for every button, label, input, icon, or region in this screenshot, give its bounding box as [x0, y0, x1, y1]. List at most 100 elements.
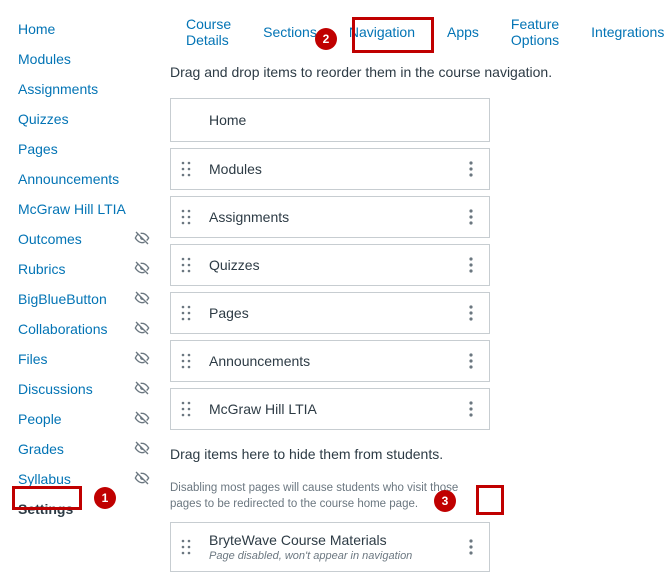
sidebar-item-label: People: [18, 411, 62, 427]
visible-nav-list: Home Modules Assignments Quizzes Pages Announ…: [170, 98, 490, 430]
sidebar-item-syllabus[interactable]: Syllabus: [18, 464, 170, 494]
nav-item-text: McGraw Hill LTIA: [209, 401, 465, 417]
nav-item[interactable]: Pages: [170, 292, 490, 334]
main-content: Course Details Sections Navigation Apps Feat…: [170, 0, 671, 577]
nav-item[interactable]: Home: [170, 98, 490, 142]
hidden-eye-icon: [134, 320, 150, 339]
hidden-sub-hint: Disabling most pages will cause students…: [170, 480, 490, 512]
nav-item-options-icon[interactable]: [465, 301, 479, 325]
nav-item-title: Quizzes: [209, 257, 465, 273]
nav-item-text: Modules: [209, 161, 465, 177]
nav-item-subtitle: Page disabled, won't appear in navigatio…: [209, 550, 465, 562]
drag-handle-icon[interactable]: [181, 401, 193, 417]
sidebar-item-label: McGraw Hill LTIA: [18, 201, 126, 217]
nav-item-title: BryteWave Course Materials: [209, 532, 465, 548]
hidden-eye-icon: [134, 440, 150, 459]
nav-item-text: Home: [209, 112, 479, 128]
sidebar-item-assignments[interactable]: Assignments: [18, 74, 170, 104]
settings-tabs: Course Details Sections Navigation Apps Feat…: [170, 14, 671, 50]
hidden-eye-icon: [134, 290, 150, 309]
tab-integrations[interactable]: Integrations: [575, 14, 671, 50]
drag-handle-icon[interactable]: [181, 161, 193, 177]
sidebar-item-label: Announcements: [18, 171, 119, 187]
drag-hint: Drag and drop items to reorder them in t…: [170, 64, 671, 80]
drag-handle-icon[interactable]: [181, 353, 193, 369]
tab-label: Sections: [263, 24, 317, 40]
sidebar-item-label: Settings: [18, 501, 73, 517]
nav-item-text: BryteWave Course Materials Page disabled,…: [209, 532, 465, 562]
tab-label: Integrations: [591, 24, 664, 40]
nav-item[interactable]: Announcements: [170, 340, 490, 382]
sidebar-item-announcements[interactable]: Announcements: [18, 164, 170, 194]
sidebar-item-label: Assignments: [18, 81, 98, 97]
nav-item-options-icon[interactable]: [465, 157, 479, 181]
sidebar-item-label: Modules: [18, 51, 71, 67]
tab-feature-options[interactable]: Feature Options: [495, 14, 575, 50]
sidebar-item-label: Syllabus: [18, 471, 71, 487]
hidden-eye-icon: [134, 470, 150, 489]
tab-label: Navigation: [349, 24, 415, 40]
sidebar-item-label: Quizzes: [18, 111, 69, 127]
sidebar-item-grades[interactable]: Grades: [18, 434, 170, 464]
sidebar-item-mcgraw-hill-ltia[interactable]: McGraw Hill LTIA: [18, 194, 170, 224]
nav-item-text: Quizzes: [209, 257, 465, 273]
sidebar-item-files[interactable]: Files: [18, 344, 170, 374]
tab-label: Apps: [447, 24, 479, 40]
nav-item-title: Home: [209, 112, 479, 128]
sidebar-item-collaborations[interactable]: Collaborations: [18, 314, 170, 344]
nav-item[interactable]: Modules: [170, 148, 490, 190]
nav-item[interactable]: McGraw Hill LTIA: [170, 388, 490, 430]
hidden-eye-icon: [134, 380, 150, 399]
sidebar-item-label: Rubrics: [18, 261, 65, 277]
nav-item-options-icon[interactable]: [465, 253, 479, 277]
tab-apps[interactable]: Apps: [431, 14, 495, 50]
nav-item[interactable]: Assignments: [170, 196, 490, 238]
sidebar-item-label: Collaborations: [18, 321, 108, 337]
drag-handle-icon[interactable]: [181, 209, 193, 225]
tab-sections[interactable]: Sections: [247, 14, 333, 50]
sidebar-item-people[interactable]: People: [18, 404, 170, 434]
hidden-eye-icon: [134, 350, 150, 369]
nav-item-title: Modules: [209, 161, 465, 177]
tab-course-details[interactable]: Course Details: [170, 14, 247, 50]
drag-handle-icon[interactable]: [181, 257, 193, 273]
sidebar-item-label: BigBlueButton: [18, 291, 107, 307]
hidden-eye-icon: [134, 230, 150, 249]
tab-label: Feature Options: [511, 16, 559, 48]
nav-item-title: Announcements: [209, 353, 465, 369]
nav-item-text: Pages: [209, 305, 465, 321]
nav-item-options-icon[interactable]: [465, 397, 479, 421]
tab-label: Course Details: [186, 16, 231, 48]
sidebar-item-bigbluebutton[interactable]: BigBlueButton: [18, 284, 170, 314]
tab-navigation[interactable]: Navigation: [333, 14, 431, 50]
sidebar-item-discussions[interactable]: Discussions: [18, 374, 170, 404]
sidebar-item-label: Outcomes: [18, 231, 82, 247]
sidebar-item-settings[interactable]: Settings: [18, 494, 170, 524]
nav-item-text: Announcements: [209, 353, 465, 369]
nav-item-title: Assignments: [209, 209, 465, 225]
drag-handle-icon[interactable]: [181, 539, 193, 555]
sidebar-item-label: Home: [18, 21, 55, 37]
sidebar-item-home[interactable]: Home: [18, 14, 170, 44]
nav-item-title: Pages: [209, 305, 465, 321]
sidebar-item-quizzes[interactable]: Quizzes: [18, 104, 170, 134]
drag-handle-icon[interactable]: [181, 305, 193, 321]
sidebar-item-label: Files: [18, 351, 48, 367]
sidebar-item-modules[interactable]: Modules: [18, 44, 170, 74]
hidden-hint: Drag items here to hide them from studen…: [170, 446, 671, 462]
sidebar-item-rubrics[interactable]: Rubrics: [18, 254, 170, 284]
sidebar-item-label: Discussions: [18, 381, 93, 397]
hidden-nav-list: BryteWave Course Materials Page disabled,…: [170, 522, 490, 577]
nav-item-options-icon[interactable]: [465, 349, 479, 373]
nav-item-text: Assignments: [209, 209, 465, 225]
nav-item-options-icon[interactable]: [465, 535, 479, 559]
sidebar-item-pages[interactable]: Pages: [18, 134, 170, 164]
nav-item-hidden[interactable]: BryteWave Course Materials Page disabled,…: [170, 522, 490, 572]
course-sidebar: Home Modules Assignments Quizzes Pages Announ…: [0, 0, 170, 577]
nav-item-title: McGraw Hill LTIA: [209, 401, 465, 417]
hidden-eye-icon: [134, 410, 150, 429]
nav-item-options-icon[interactable]: [465, 205, 479, 229]
sidebar-item-label: Pages: [18, 141, 58, 157]
sidebar-item-outcomes[interactable]: Outcomes: [18, 224, 170, 254]
nav-item[interactable]: Quizzes: [170, 244, 490, 286]
